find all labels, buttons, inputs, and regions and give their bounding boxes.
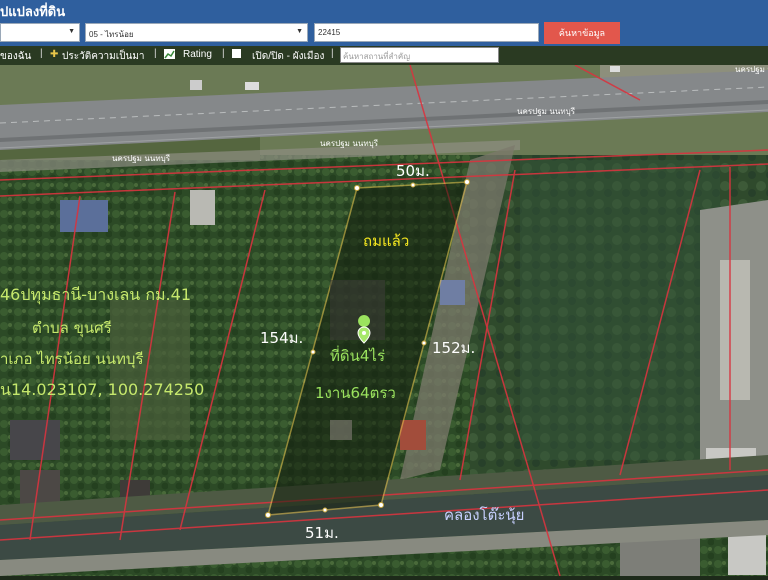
province-select[interactable]: ▼	[0, 23, 80, 42]
toolbar-item-history[interactable]: ประวัติความเป็นมา	[62, 49, 145, 64]
parcel-vertex	[354, 185, 360, 191]
toolbar-item-cityplan[interactable]: เปิด/ปิด - ผังเมือง	[252, 49, 324, 64]
address-line3: ำเภอ ไทรน้อย นนทบุรี	[0, 350, 144, 368]
landmark-search-input[interactable]: ค้นหาสถานที่สำคัญ	[340, 47, 499, 63]
address-line1: 46ปทุมธานี-บางเลน กม.41	[0, 285, 191, 304]
parcel-number-input[interactable]: 22415	[314, 23, 539, 42]
toolbar-item-rating[interactable]: Rating	[183, 49, 212, 60]
parcel-vertex	[378, 502, 384, 508]
road-label: นครปฐม นนทบุรี	[735, 65, 768, 74]
address-line2: ตำบล ขุนศรี	[32, 319, 112, 337]
right-edge-length: 152ม.	[432, 339, 476, 357]
area-label-line1: ที่ดิน4ไร่	[330, 347, 386, 365]
bottom-edge-length: 51ม.	[305, 524, 339, 542]
chevron-down-icon: ▼	[68, 28, 75, 35]
edge-midpoint	[322, 507, 328, 513]
road-label: นครปฐม นนทบุรี	[320, 139, 379, 148]
parcel-number-value: 22415	[318, 28, 341, 37]
left-edge-length: 154ม.	[260, 329, 304, 347]
edge-midpoint	[310, 349, 316, 355]
district-select-value: 05 - ไทรน้อย	[89, 30, 134, 39]
coordinates: น14.023107, 100.274250	[0, 380, 205, 399]
paved-label: ถมแล้ว	[363, 232, 410, 250]
edge-midpoint	[421, 340, 427, 346]
header-bar: ูปแปลงที่ดิน ▼ 05 - ไทรน้อย ▼ 22415 ค้นห…	[0, 0, 768, 46]
canal-label: คลองโต๊ะนุ้ย	[444, 506, 525, 524]
location-pin-icon[interactable]	[357, 315, 371, 344]
top-edge-length: 50ม.	[396, 162, 430, 180]
area-label-line2: 1งาน64ตรว	[315, 384, 396, 402]
history-icon: ✚	[50, 49, 59, 60]
toolbar-item-mine[interactable]: ของฉัน	[0, 49, 31, 64]
chart-icon	[164, 49, 175, 62]
search-button[interactable]: ค้นหาข้อมูล	[544, 22, 620, 44]
checkbox-icon[interactable]	[232, 49, 241, 61]
parcel-vertex	[464, 179, 470, 185]
road-label: นครปฐม นนทบุรี	[517, 107, 576, 116]
chevron-down-icon: ▼	[296, 28, 303, 35]
edge-midpoint	[410, 182, 416, 188]
district-select[interactable]: 05 - ไทรน้อย ▼	[85, 23, 308, 42]
app-title: ูปแปลงที่ดิน	[0, 5, 66, 20]
road-label: นครปฐม นนทบุรี	[112, 154, 171, 163]
parcel-vertex	[265, 512, 271, 518]
satellite-map[interactable]: นครปฐม นนทบุรี นครปฐม นนทบุรี นครปฐม นนท…	[0, 64, 768, 577]
map-imagery: นครปฐม นนทบุรี นครปฐม นนทบุรี นครปฐม นนท…	[0, 64, 768, 577]
